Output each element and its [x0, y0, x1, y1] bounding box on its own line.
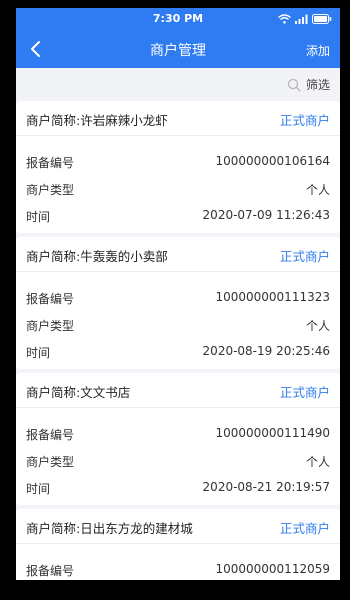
- card-header: 商户简称:许岩麻辣小龙虾 正式商户: [16, 101, 340, 136]
- time-row: 时间 2020-08-21 20:19:57: [16, 474, 340, 501]
- merchant-type-row: 商户类型 个人: [16, 175, 340, 202]
- merchant-card[interactable]: 商户简称:日出东方龙的建材城 正式商户 报备编号 100000000112059: [16, 509, 340, 580]
- merchant-type-row: 商户类型 个人: [16, 447, 340, 474]
- report-no-row: 报备编号 100000000111323: [16, 284, 340, 311]
- page-title: 商户管理: [150, 43, 206, 59]
- card-header: 商户简称:文文书店 正式商户: [16, 373, 340, 408]
- merchant-card[interactable]: 商户简称:文文书店 正式商户 报备编号 100000000111490 商户类型…: [16, 373, 340, 505]
- time-value: 2020-08-19 20:25:46: [202, 344, 330, 358]
- time-row: 时间 2020-07-09 11:26:43: [16, 202, 340, 229]
- merchant-name: 商户简称:牛轰轰的小卖部: [26, 249, 168, 264]
- report-no-row: 报备编号 100000000106164: [16, 148, 340, 175]
- merchant-card[interactable]: 商户简称:牛轰轰的小卖部 正式商户 报备编号 100000000111323 商…: [16, 237, 340, 369]
- time-value: 2020-08-21 20:19:57: [202, 480, 330, 494]
- report-no-label: 报备编号: [26, 156, 75, 170]
- battery-icon: [312, 14, 332, 24]
- merchant-name: 商户简称:日出东方龙的建材城: [26, 521, 193, 536]
- merchant-status-badge: 正式商户: [279, 249, 330, 264]
- time-label: 时间: [26, 346, 51, 360]
- merchant-type-value: 个人: [305, 455, 330, 469]
- merchant-type-value: 个人: [305, 183, 330, 197]
- nav-bar: 商户管理 添加: [16, 30, 340, 68]
- status-icons: [278, 13, 332, 25]
- merchant-type-label: 商户类型: [26, 319, 75, 333]
- card-header: 商户简称:牛轰轰的小卖部 正式商户: [16, 237, 340, 272]
- card-details: 报备编号 100000000111323 商户类型 个人 时间 2020-08-…: [16, 272, 340, 365]
- report-no-value: 100000000111490: [215, 426, 330, 440]
- add-button[interactable]: 添加: [306, 42, 330, 59]
- merchant-type-label: 商户类型: [26, 455, 75, 469]
- back-arrow-icon[interactable]: [26, 39, 46, 59]
- merchant-status-badge: 正式商户: [279, 521, 330, 536]
- card-header: 商户简称:日出东方龙的建材城 正式商户: [16, 509, 340, 544]
- time-label: 时间: [26, 482, 51, 496]
- app-screen: 7:30 PM 商户管理 添加 筛选 商户简称:许岩麻辣小龙虾 正式商户 报备编…: [16, 8, 340, 580]
- filter-button[interactable]: 筛选: [287, 76, 330, 93]
- report-no-row: 报备编号 100000000111490: [16, 420, 340, 447]
- report-no-value: 100000000106164: [215, 154, 330, 168]
- report-no-label: 报备编号: [26, 564, 75, 578]
- report-no-label: 报备编号: [26, 292, 75, 306]
- merchant-name: 商户简称:文文书店: [26, 385, 131, 400]
- card-details: 报备编号 100000000112059: [16, 544, 340, 580]
- merchant-card[interactable]: 商户简称:许岩麻辣小龙虾 正式商户 报备编号 100000000106164 商…: [16, 101, 340, 233]
- wifi-icon: [278, 14, 291, 24]
- filter-bar: 筛选: [16, 68, 340, 100]
- search-icon: [287, 78, 301, 92]
- report-no-label: 报备编号: [26, 428, 75, 442]
- signal-icon: [295, 14, 308, 24]
- card-details: 报备编号 100000000106164 商户类型 个人 时间 2020-07-…: [16, 136, 340, 229]
- time-value: 2020-07-09 11:26:43: [202, 208, 330, 222]
- report-no-value: 100000000111323: [215, 290, 330, 304]
- merchant-type-label: 商户类型: [26, 183, 75, 197]
- card-details: 报备编号 100000000111490 商户类型 个人 时间 2020-08-…: [16, 408, 340, 501]
- report-no-value: 100000000112059: [215, 562, 330, 576]
- time-row: 时间 2020-08-19 20:25:46: [16, 338, 340, 365]
- merchant-type-row: 商户类型 个人: [16, 311, 340, 338]
- merchant-type-value: 个人: [305, 319, 330, 333]
- merchant-name: 商户简称:许岩麻辣小龙虾: [26, 113, 168, 128]
- merchant-status-badge: 正式商户: [279, 385, 330, 400]
- filter-label: 筛选: [305, 78, 330, 92]
- merchant-status-badge: 正式商户: [279, 113, 330, 128]
- status-bar: 7:30 PM: [16, 8, 340, 30]
- time-label: 时间: [26, 210, 51, 224]
- report-no-row: 报备编号 100000000112059: [16, 556, 340, 580]
